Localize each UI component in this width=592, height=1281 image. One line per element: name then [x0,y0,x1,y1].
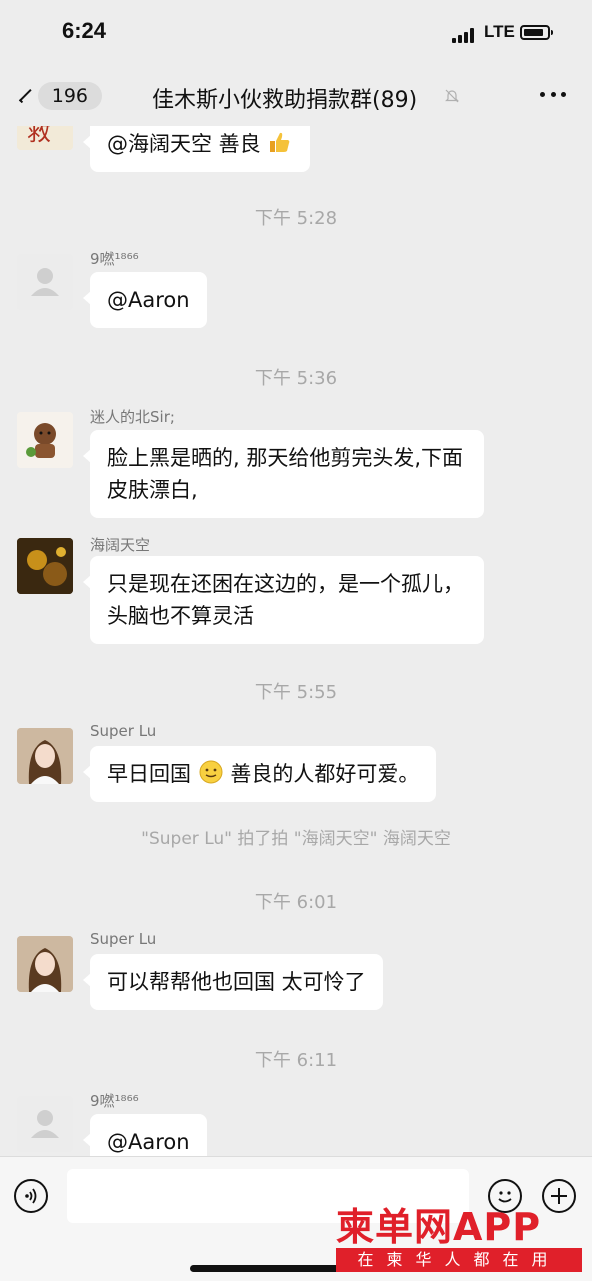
message-bubble[interactable]: 只是现在还困在这边的，是一个孤儿，头脑也不算灵活 [83,556,484,644]
avatar[interactable] [17,936,73,992]
timestamp: 下午 6:01 [254,892,338,913]
message-bubble[interactable]: @海阔天空 善良 [82,126,311,172]
message-text: 善良的人都好可爱。 [230,762,420,786]
default-avatar-icon [31,1110,59,1138]
back-button[interactable]: 196 [18,78,102,114]
avatar[interactable] [17,1096,73,1152]
ellipsis-icon [540,92,545,97]
voice-icon [25,1188,37,1204]
sender-name: 9嘫¹⁸⁶⁶ [90,250,139,268]
message-text: @Aaron [107,1130,190,1154]
message-text: @Aaron [107,288,190,312]
message-text: 早日回国 [107,762,191,786]
timestamp: 下午 5:28 [254,208,338,229]
system-message: "Super Lu" 拍了拍 "海阔天空" 海阔天空 [141,829,451,849]
chat-area[interactable]: 救 @海阔天空 善良 下午 5:28 9嘫¹⁸⁶⁶ @Aaron 下午 5:36… [0,126,592,1156]
bell-slash-icon [445,89,459,103]
watermark-logo: 柬单网APP [336,1205,542,1249]
sender-name: 迷人的北Sir; [90,408,175,426]
avatar-image [17,936,73,992]
chat-title: 佳木斯小伙救助捐款群(89) [152,88,418,113]
avatar[interactable] [17,254,73,310]
status-time: 6:24 [62,18,107,43]
sender-name: 海阔天空 [90,536,151,554]
message-text: 可以帮帮他也回国 太可怜了 [107,970,366,994]
avatar-image [17,538,73,594]
avatar[interactable] [17,728,73,784]
sender-name: 9嘫¹⁸⁶⁶ [90,1092,139,1110]
message-text: 只是现在还困在这边的，是一个孤儿，头脑也不算灵活 [107,572,464,628]
timestamp: 下午 5:36 [254,368,338,389]
avatar[interactable] [17,538,73,594]
avatar-image [17,412,73,468]
sender-name: Super Lu [90,930,157,948]
timestamp: 下午 5:55 [254,682,338,703]
default-avatar-icon [31,268,59,296]
more-button[interactable] [540,92,566,100]
battery-icon [520,25,553,40]
status-bar: 6:24 LTE [0,0,592,66]
message-bubble[interactable]: @Aaron [83,272,207,328]
thumbs-up-icon [270,132,290,152]
svg-text:救: 救 [27,126,51,146]
watermark: 柬单网APP 在柬华人都在用 [332,1196,586,1276]
voice-button[interactable] [14,1179,48,1213]
signal-icon [452,27,478,43]
watermark-tagline: 在柬华人都在用 [336,1248,582,1272]
network-type: LTE [484,22,515,41]
message-text: @海阔天空 善良 [107,132,261,156]
timestamp: 下午 6:11 [254,1050,338,1071]
sender-name: Super Lu [90,722,157,740]
message-text: 脸上黑是晒的, 那天给他剪完头发,下面皮肤漂白, [107,446,464,502]
avatar[interactable] [17,412,73,468]
message-bubble[interactable]: @Aaron [83,1114,207,1156]
smile-emoji-icon [199,760,223,784]
message-bubble[interactable]: 早日回国 善良的人都好可爱。 [82,746,437,802]
message-bubble[interactable]: 可以帮帮他也回国 太可怜了 [83,954,383,1010]
chevron-left-icon [18,89,33,103]
avatar-image [17,728,73,784]
message-bubble[interactable]: 脸上黑是晒的, 那天给他剪完头发,下面皮肤漂白, [83,430,484,518]
avatar-image: 救 [17,126,73,150]
unread-badge: 196 [37,82,102,110]
nav-bar: 196 佳木斯小伙救助捐款群(89) [0,66,592,126]
avatar[interactable]: 救 [17,126,73,150]
